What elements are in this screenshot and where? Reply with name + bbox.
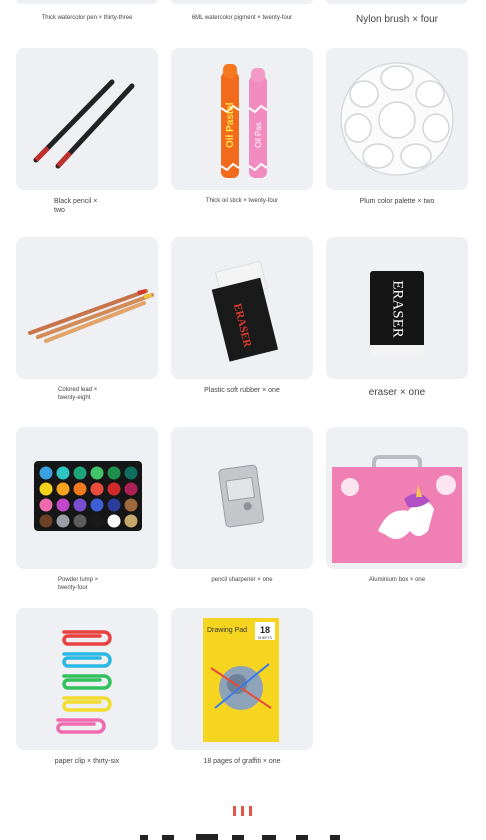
pencil-sharpener-illustration [218, 464, 264, 528]
item-black-pencil[interactable]: Black pencil × two [16, 48, 158, 216]
powder-lump-illustration [34, 461, 142, 531]
soft-rubber-illustration: ERASER [211, 260, 279, 362]
paint-swatch [124, 466, 138, 480]
oil-pastel-brand-2: Oil Pas [254, 122, 263, 148]
item-graffiti-pad[interactable]: Drawing Pad 18 SHEETS 18 pages of graffi… [171, 608, 313, 767]
label-pencil-sharpener: pencil sharpener × one [211, 577, 273, 583]
palette-illustration [340, 62, 454, 176]
paint-swatch [56, 466, 70, 480]
item-plastic-soft-rubber[interactable]: ERASER Plastic soft rubber × one [171, 237, 313, 396]
top-label-nylon-brush: Nylon brush × four [356, 14, 438, 25]
product-image-graffiti-pad: Drawing Pad 18 SHEETS [171, 608, 313, 750]
product-image-plastic-soft-rubber: ERASER [171, 237, 313, 379]
item-paper-clip[interactable]: paper clip × thirty-six [16, 608, 158, 767]
top-card-watercolor-pen [16, 0, 158, 4]
black-pencil-illustration [33, 79, 135, 169]
label-eraser: eraser × one [368, 387, 426, 398]
top-row: Thick watercolor pen × thirty-three 6ML … [0, 0, 486, 40]
paint-swatch [107, 466, 121, 480]
paint-swatch [39, 498, 53, 512]
item-colored-lead[interactable]: Colored lead × twenty-eight [16, 237, 158, 402]
paint-swatch [107, 514, 121, 528]
paint-swatch [107, 482, 121, 496]
pad-title: Drawing Pad [207, 627, 247, 634]
paint-swatch [39, 466, 53, 480]
paint-swatch [90, 514, 104, 528]
paint-swatch [56, 482, 70, 496]
paint-swatch [124, 482, 138, 496]
label-aluminium-box: Aluminium box × one [368, 577, 426, 583]
top-card-watercolor-pigment [171, 0, 313, 4]
next-section-heading-clip [140, 834, 340, 840]
eraser-illustration: ERASER [370, 271, 424, 357]
product-image-oil-stick: Oil Pastel Oil Pas [171, 48, 313, 190]
top-label-watercolor-pen: Thick watercolor pen × thirty-three [41, 15, 133, 21]
label-powder-lump: Powder lump × twenty-four [58, 577, 99, 591]
aluminium-box-illustration [332, 455, 462, 563]
item-oil-stick[interactable]: Oil Pastel Oil Pas Thick oil stick × twe… [171, 48, 313, 206]
item-aluminium-box[interactable]: Aluminium box × one [326, 427, 468, 585]
product-image-pencil-sharpener [171, 427, 313, 569]
colored-lead-illustration [28, 289, 154, 343]
eraser-brand: ERASER [390, 280, 406, 338]
section-divider-icon [233, 806, 252, 816]
label-oil-stick: Thick oil stick × twenty-four [205, 198, 279, 204]
label-plastic-soft-rubber: Plastic soft rubber × one [204, 387, 280, 394]
top-card-nylon-brush [326, 0, 468, 4]
paint-swatch [90, 466, 104, 480]
pad-unit: SHEETS [258, 636, 273, 640]
label-graffiti-pad: 18 pages of graffiti × one [203, 758, 281, 765]
paint-swatch [73, 514, 87, 528]
item-pencil-sharpener[interactable]: pencil sharpener × one [171, 427, 313, 585]
paint-swatch [56, 514, 70, 528]
paint-swatch [56, 498, 70, 512]
label-colored-lead: Colored lead × twenty-eight [58, 387, 98, 401]
item-eraser[interactable]: ERASER eraser × one [326, 237, 468, 400]
paint-swatch [73, 466, 87, 480]
top-label-watercolor-pigment: 6ML watercolor pigment × twenty-four [191, 15, 293, 21]
product-image-eraser: ERASER [326, 237, 468, 379]
product-image-aluminium-box [326, 427, 468, 569]
oil-pastel-brand-1: Oil Pastel [225, 102, 236, 148]
product-image-color-palette [326, 48, 468, 190]
paint-swatch [73, 498, 87, 512]
product-image-black-pencil [16, 48, 158, 190]
paint-swatch [124, 498, 138, 512]
label-paper-clip: paper clip × thirty-six [54, 758, 120, 765]
graffiti-pad-illustration: Drawing Pad 18 SHEETS [203, 618, 279, 742]
product-image-paper-clip [16, 608, 158, 750]
paint-swatch [107, 498, 121, 512]
paint-swatch [39, 482, 53, 496]
paint-swatch [124, 514, 138, 528]
item-powder-lump[interactable]: Powder lump × twenty-four [16, 427, 158, 592]
paint-swatch [90, 482, 104, 496]
paint-swatch [73, 482, 87, 496]
product-image-colored-lead [16, 237, 158, 379]
item-color-palette[interactable]: Plum color palette × two [326, 48, 468, 207]
label-black-pencil: Black pencil × two [54, 198, 98, 214]
oil-stick-illustration: Oil Pastel Oil Pas [220, 64, 268, 178]
label-color-palette: Plum color palette × two [359, 198, 435, 205]
paint-swatch [90, 498, 104, 512]
pad-count: 18 [260, 625, 270, 635]
product-image-powder-lump [16, 427, 158, 569]
paint-swatch [39, 514, 53, 528]
paper-clip-illustration [56, 630, 112, 734]
